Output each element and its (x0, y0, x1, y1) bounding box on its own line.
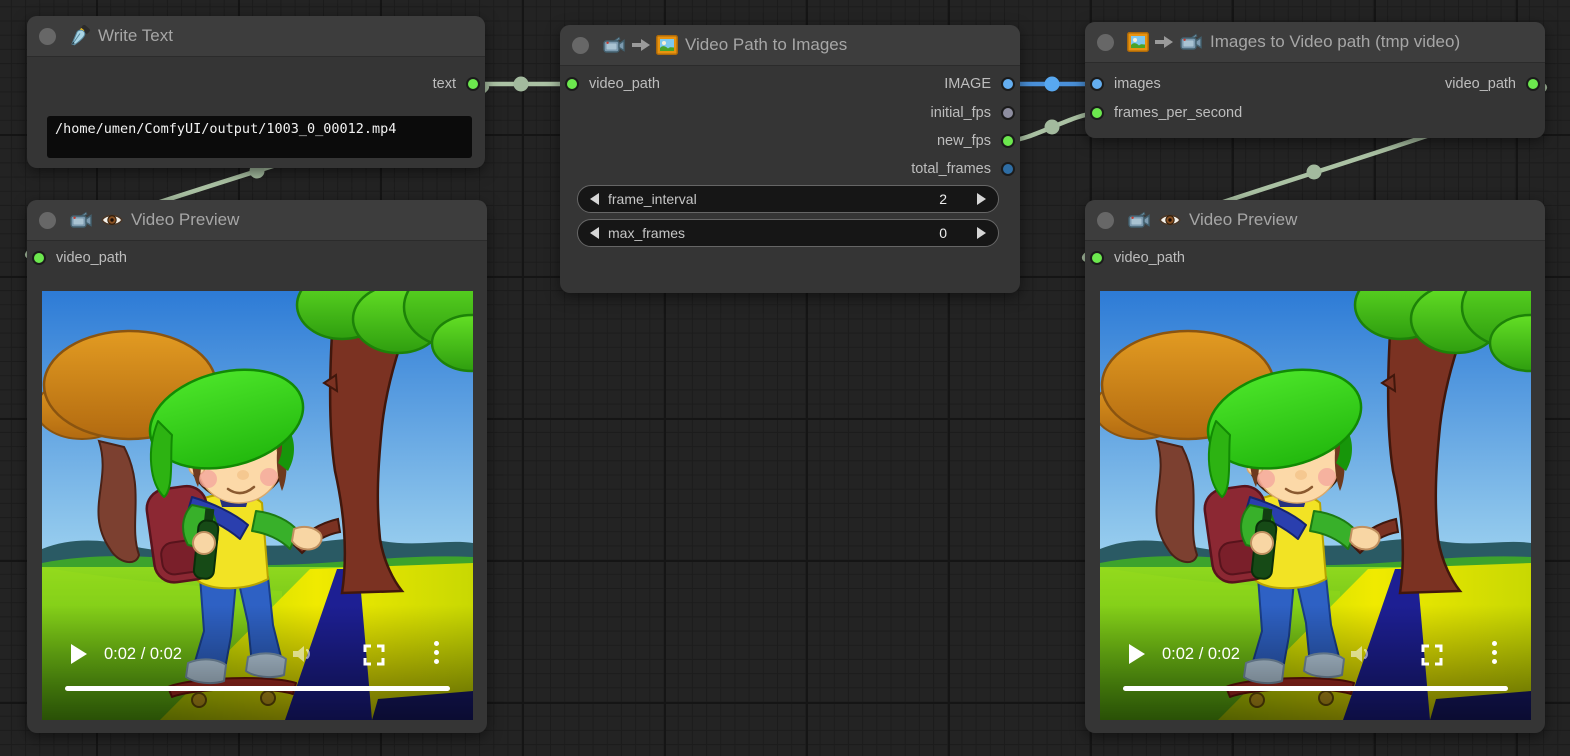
volume-icon[interactable] (290, 642, 314, 666)
movie-camera-icon (1179, 32, 1203, 52)
port-label: video_path (1114, 250, 1185, 266)
progress-bar[interactable] (65, 686, 450, 691)
output-port-video-path: video_path (1445, 74, 1540, 94)
node-write-text[interactable]: Write Text text /home/umen/ComfyUI/outpu… (27, 16, 485, 168)
port-label: new_fps (937, 133, 991, 149)
widget-max-frames[interactable]: max_frames 0 (577, 219, 999, 247)
port-dot[interactable] (1001, 77, 1015, 91)
widget-value: 0 (939, 225, 947, 241)
port-label: video_path (56, 250, 127, 266)
port-dot[interactable] (1090, 77, 1104, 91)
play-icon[interactable] (71, 644, 87, 664)
widget-label: max_frames (608, 225, 685, 241)
input-port-video-path: video_path (565, 74, 660, 94)
port-dot[interactable] (1001, 106, 1015, 120)
port-label: IMAGE (944, 76, 991, 92)
link-midpoint-dot[interactable] (514, 77, 529, 92)
pen-icon (69, 25, 91, 47)
kebab-menu-icon[interactable] (434, 641, 439, 668)
arrow-right-icon (631, 36, 651, 54)
output-port-new-fps: new_fps (937, 131, 1015, 151)
node-header: Video Preview (27, 200, 487, 241)
node-video-preview-right[interactable]: Video Preview video_path 0:02 / 0:02 (1085, 200, 1545, 733)
port-label: text (433, 76, 456, 92)
port-dot[interactable] (466, 77, 480, 91)
node-title: Write Text (98, 26, 173, 46)
link-midpoint-dot[interactable] (1045, 77, 1060, 92)
fullscreen-icon[interactable] (1421, 644, 1443, 666)
framed-picture-icon (656, 35, 678, 55)
node-video-path-to-images[interactable]: Video Path to Images video_path IMAGE in… (560, 25, 1020, 293)
port-dot[interactable] (1090, 251, 1104, 265)
movie-camera-icon (602, 35, 626, 55)
movie-camera-icon (69, 210, 93, 230)
widget-frame-interval[interactable]: frame_interval 2 (577, 185, 999, 213)
collapse-dot[interactable] (39, 212, 56, 229)
video-player[interactable]: 0:02 / 0:02 (42, 291, 473, 720)
framed-picture-icon (1127, 32, 1149, 52)
input-port-images: images (1090, 74, 1161, 94)
port-dot[interactable] (1090, 106, 1104, 120)
collapse-dot[interactable] (39, 28, 56, 45)
graph-canvas[interactable]: { "nodes": { "write_text": { "title": "W… (0, 0, 1570, 756)
progress-bar[interactable] (1123, 686, 1508, 691)
link-midpoint-dot[interactable] (1045, 120, 1060, 135)
fullscreen-icon[interactable] (363, 644, 385, 666)
movie-camera-icon (1127, 210, 1151, 230)
port-label: video_path (589, 76, 660, 92)
input-port-video-path: video_path (1090, 248, 1185, 268)
play-icon[interactable] (1129, 644, 1145, 664)
decrement-arrow-icon[interactable] (590, 227, 599, 239)
port-dot[interactable] (32, 251, 46, 265)
node-title: Video Preview (131, 210, 239, 230)
collapse-dot[interactable] (572, 37, 589, 54)
time-display: 0:02 / 0:02 (104, 645, 182, 664)
increment-arrow-icon[interactable] (977, 227, 986, 239)
output-port-text: text (433, 74, 480, 94)
node-video-preview-left[interactable]: Video Preview video_path 0:02 / 0:02 (27, 200, 487, 733)
decrement-arrow-icon[interactable] (590, 193, 599, 205)
video-player[interactable]: 0:02 / 0:02 (1100, 291, 1531, 720)
node-title: Video Preview (1189, 210, 1297, 230)
text-value-field[interactable]: /home/umen/ComfyUI/output/1003_0_00012.m… (47, 116, 472, 158)
arrow-right-icon (1154, 33, 1174, 51)
port-label: images (1114, 76, 1161, 92)
port-label: initial_fps (931, 105, 991, 121)
input-port-video-path: video_path (32, 248, 127, 268)
port-label: frames_per_second (1114, 105, 1242, 121)
node-title: Images to Video path (tmp video) (1210, 32, 1460, 52)
node-header: Video Path to Images (560, 25, 1020, 66)
input-port-frames-per-second: frames_per_second (1090, 103, 1242, 123)
port-label: video_path (1445, 76, 1516, 92)
increment-arrow-icon[interactable] (977, 193, 986, 205)
node-header: Video Preview (1085, 200, 1545, 241)
port-label: total_frames (911, 161, 991, 177)
node-title: Video Path to Images (685, 35, 847, 55)
collapse-dot[interactable] (1097, 34, 1114, 51)
port-dot[interactable] (565, 77, 579, 91)
node-images-to-video-path[interactable]: Images to Video path (tmp video) images … (1085, 22, 1545, 138)
output-port-image: IMAGE (944, 74, 1015, 94)
node-header: Write Text (27, 16, 485, 57)
output-port-initial-fps: initial_fps (931, 103, 1015, 123)
eye-icon (100, 212, 124, 228)
port-dot[interactable] (1001, 162, 1015, 176)
port-dot[interactable] (1526, 77, 1540, 91)
kebab-menu-icon[interactable] (1492, 641, 1497, 668)
eye-icon (1158, 212, 1182, 228)
node-header: Images to Video path (tmp video) (1085, 22, 1545, 63)
widget-value: 2 (939, 191, 947, 207)
volume-icon[interactable] (1348, 642, 1372, 666)
widget-label: frame_interval (608, 191, 697, 207)
output-port-total-frames: total_frames (911, 159, 1015, 179)
collapse-dot[interactable] (1097, 212, 1114, 229)
time-display: 0:02 / 0:02 (1162, 645, 1240, 664)
link-midpoint-dot[interactable] (1307, 165, 1322, 180)
port-dot[interactable] (1001, 134, 1015, 148)
